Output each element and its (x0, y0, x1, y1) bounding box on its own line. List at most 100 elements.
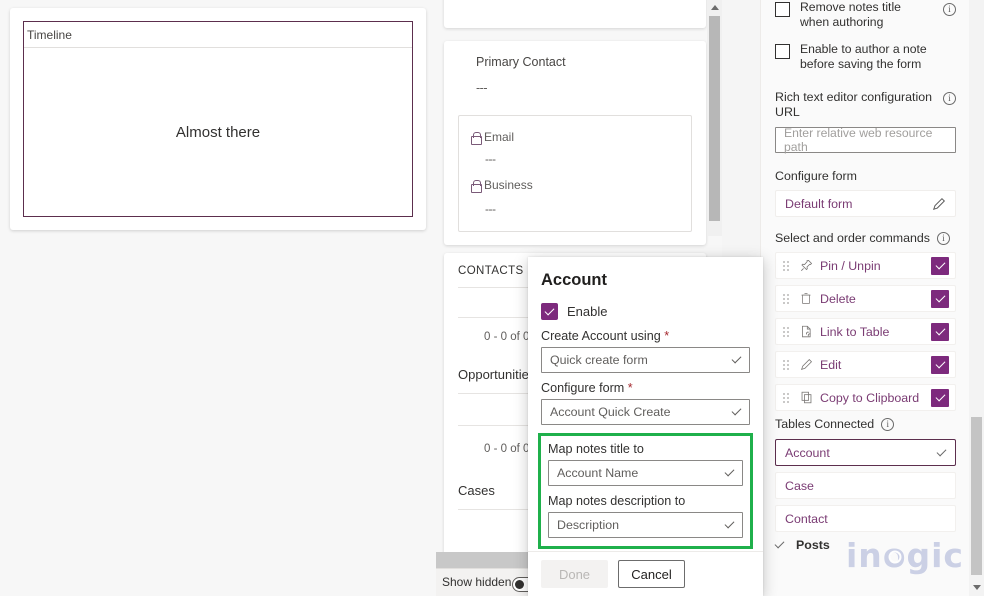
rich-text-url-placeholder: Enter relative web resource path (784, 126, 933, 154)
commands-label: Select and order commands (775, 231, 930, 245)
drag-handle-icon[interactable] (782, 292, 791, 305)
chevron-down-icon[interactable] (731, 353, 742, 364)
show-hidden-label: Show hidden (442, 575, 512, 589)
configure-form-select[interactable]: Account Quick Create (541, 399, 750, 425)
done-button[interactable]: Done (541, 560, 608, 588)
command-row-pin-unpin[interactable]: Pin / Unpin (775, 252, 956, 279)
map-notes-title-label: Map notes title to (548, 442, 644, 456)
scroll-up-arrow-icon[interactable] (707, 0, 722, 14)
timeline-header-label: Timeline (27, 27, 72, 42)
command-label: Pin / Unpin (820, 258, 881, 273)
chevron-down-icon[interactable] (936, 446, 947, 456)
primary-contact-label: Primary Contact (476, 55, 566, 69)
form-card-top (444, 0, 706, 28)
timeline-header: Timeline (24, 22, 412, 48)
drag-handle-icon[interactable] (782, 325, 791, 338)
info-icon[interactable]: i (936, 231, 950, 245)
pencil-icon[interactable] (932, 197, 946, 211)
configure-form-value[interactable]: Default form (775, 190, 956, 217)
table-row-label: Account (785, 445, 830, 460)
checkbox-box[interactable] (775, 44, 790, 59)
create-account-using-select[interactable]: Quick create form (541, 347, 750, 373)
commands-label-row: Select and order commands i (775, 231, 956, 245)
chevron-down-icon[interactable] (724, 466, 735, 477)
copy-icon (798, 391, 814, 404)
command-label: Edit (820, 357, 842, 372)
field-label-text: Configure form (541, 381, 625, 395)
section-count-opportunities: 0 - 0 of 0 (484, 443, 530, 455)
info-icon[interactable]: i (881, 417, 895, 431)
field-business-label: Business (484, 178, 533, 192)
command-row-delete[interactable]: Delete (775, 285, 956, 312)
scrollbar-thumb[interactable] (709, 16, 720, 221)
form-canvas-left: Timeline Almost there (0, 0, 436, 596)
configure-form-value-text: Default form (785, 196, 853, 211)
map-notes-description-label: Map notes description to (548, 494, 686, 508)
chevron-down-icon[interactable] (774, 538, 785, 549)
command-label: Delete (820, 291, 856, 306)
timeline-card: Timeline Almost there (10, 8, 426, 230)
select-value: Account Quick Create (550, 405, 671, 419)
command-checkbox[interactable] (931, 322, 949, 341)
primary-contact-card: Primary Contact --- Email --- Business -… (444, 41, 706, 245)
map-notes-description-select[interactable]: Description (548, 512, 743, 538)
section-count-contacts: 0 - 0 of 0 (484, 331, 530, 343)
rich-text-url-input[interactable]: Enter relative web resource path (775, 126, 956, 154)
drag-handle-icon[interactable] (782, 391, 791, 404)
drag-handle-icon[interactable] (782, 358, 791, 371)
field-label-text: Create Account using (541, 329, 661, 343)
map-notes-title-select[interactable]: Account Name (548, 460, 743, 486)
field-email-label: Email (484, 130, 515, 144)
command-row-link-to-table[interactable]: Link to Table (775, 318, 956, 345)
select-value: Account Name (557, 466, 639, 480)
cancel-button[interactable]: Cancel (618, 560, 685, 588)
checkbox-label: Remove notes title when authoring (800, 0, 901, 29)
scrollbar-thumb[interactable] (971, 417, 982, 575)
command-checkbox[interactable] (931, 289, 949, 308)
field-business: Business (471, 178, 533, 193)
timeline-control[interactable]: Timeline Almost there (23, 21, 413, 217)
command-checkbox[interactable] (931, 388, 949, 407)
command-label: Copy to Clipboard (820, 390, 920, 405)
table-row-contact[interactable]: Contact (775, 505, 956, 532)
drag-handle-icon[interactable] (782, 259, 791, 272)
chevron-down-icon[interactable] (724, 518, 735, 529)
commands-list: Pin / Unpin Delete Link to Table Edit Co… (775, 252, 956, 411)
command-checkbox[interactable] (931, 256, 949, 275)
configure-form-label: Configure form * (541, 381, 750, 395)
lock-icon (471, 131, 482, 145)
table-row-label: Case (785, 478, 814, 493)
scroll-down-arrow-icon[interactable] (969, 580, 984, 594)
enable-checkbox[interactable] (541, 303, 558, 320)
checkbox-remove-notes-title[interactable]: Remove notes title when authoring i (775, 0, 956, 30)
middle-canvas-scrollbar[interactable] (707, 0, 722, 236)
info-icon[interactable]: i (943, 3, 956, 16)
pin-icon (798, 259, 814, 272)
enable-checkbox-row[interactable]: Enable (541, 303, 750, 320)
info-icon[interactable]: i (943, 92, 956, 105)
command-row-edit[interactable]: Edit (775, 351, 956, 378)
account-configuration-dialog: Account Enable Create Account using * Qu… (528, 257, 763, 596)
checkbox-label: Enable to author a note before saving th… (800, 42, 927, 71)
select-value: Quick create form (550, 353, 648, 367)
table-row-case[interactable]: Case (775, 472, 956, 499)
checkbox-author-note-before-save[interactable]: Enable to author a note before saving th… (775, 42, 956, 72)
lock-icon (471, 179, 482, 193)
pencil-icon (798, 358, 814, 371)
timeline-empty-message: Almost there (175, 123, 261, 141)
timeline-body: Almost there (24, 48, 412, 216)
table-row-account[interactable]: Account (775, 439, 956, 466)
section-title-contacts: CONTACTS (458, 265, 524, 277)
table-row-label: Contact (785, 511, 828, 526)
command-label: Link to Table (820, 324, 890, 339)
properties-panel-scrollbar[interactable] (969, 0, 984, 596)
checkbox-box[interactable] (775, 2, 790, 17)
primary-contact-subgrid: Email --- Business --- (458, 115, 692, 232)
chevron-down-icon[interactable] (731, 405, 742, 416)
field-email-value: --- (485, 152, 496, 166)
command-row-copy-to-clipboard[interactable]: Copy to Clipboard (775, 384, 956, 411)
posts-section-header[interactable]: Posts (774, 538, 956, 552)
command-checkbox[interactable] (931, 355, 949, 374)
field-business-value: --- (485, 202, 496, 216)
posts-label: Posts (796, 538, 830, 552)
